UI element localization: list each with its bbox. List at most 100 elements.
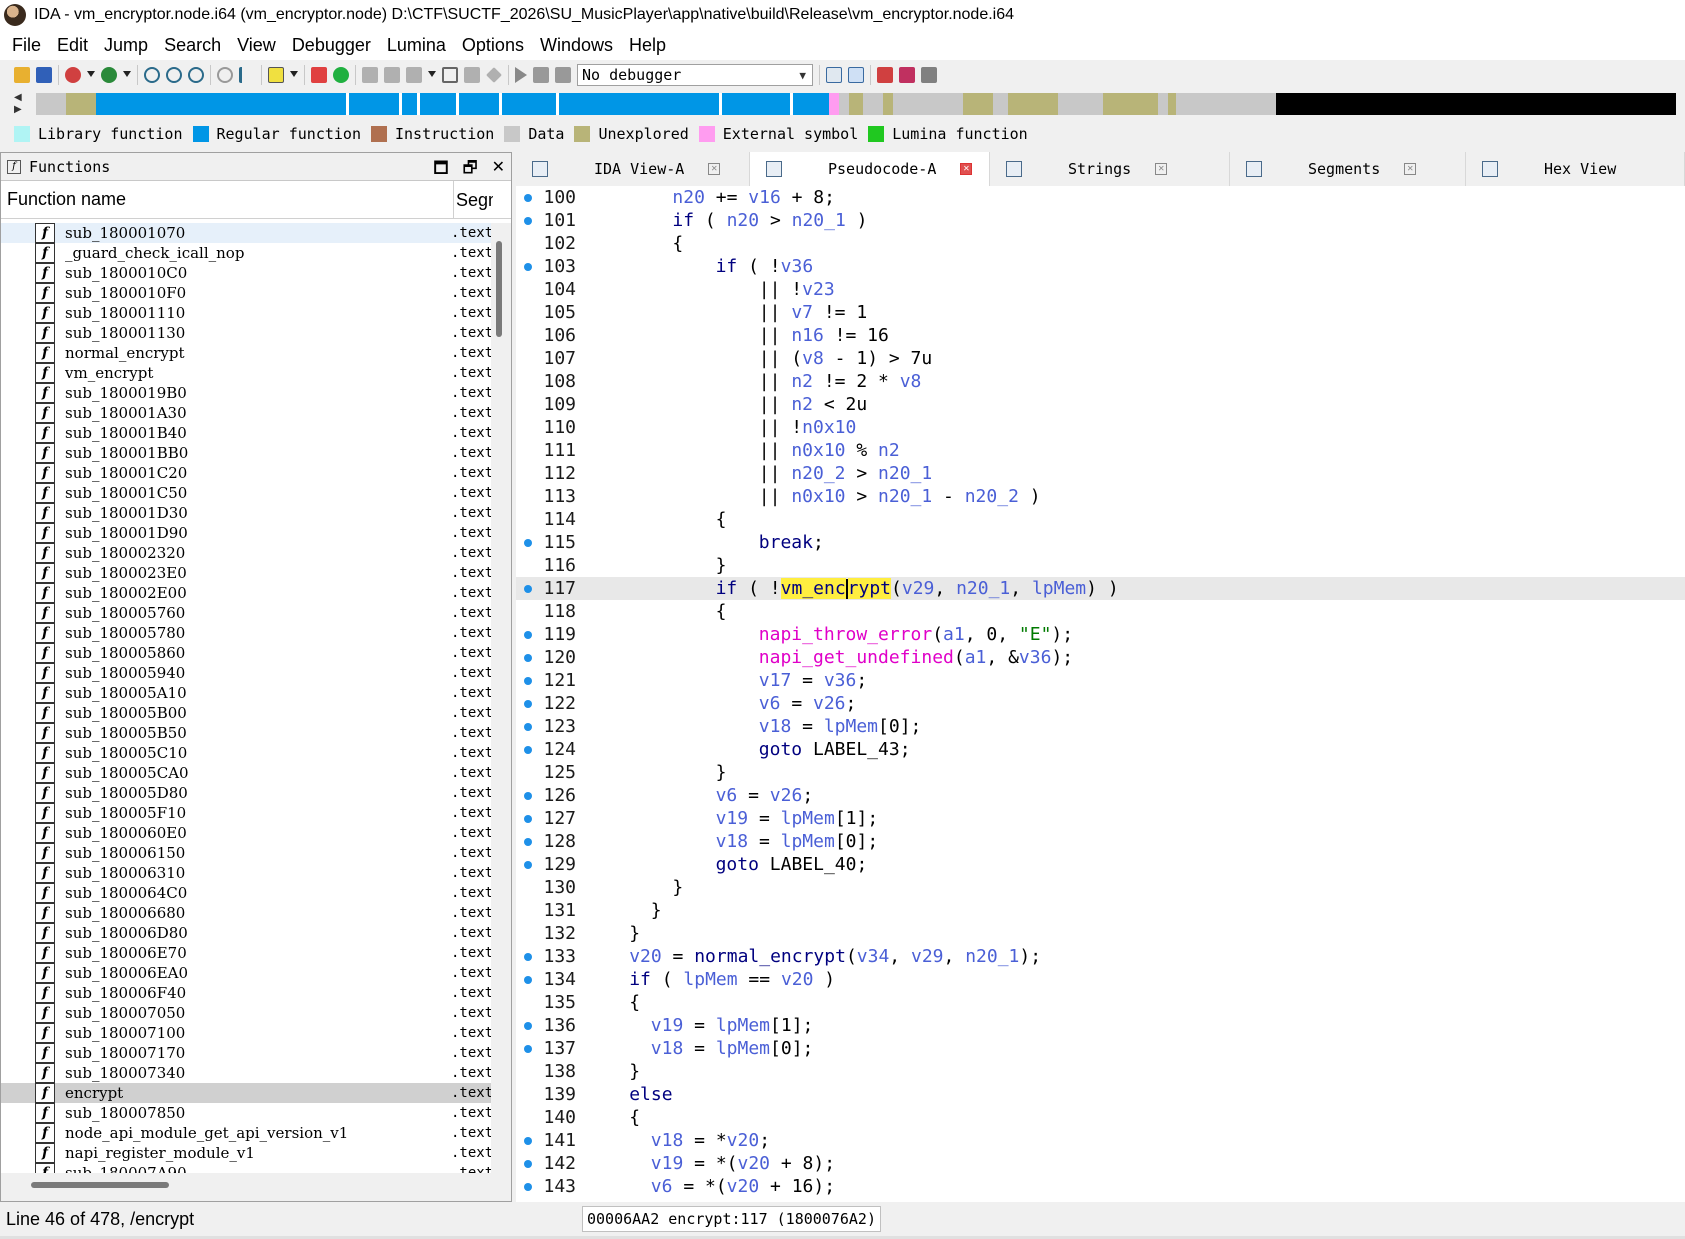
function-row[interactable]: f node_api_module_get_api_version_v1 .text [1,1123,491,1143]
function-row[interactable]: f sub_180001B40 .text [1,423,491,443]
segments-icon[interactable] [384,67,400,83]
column-segment[interactable]: Segment [453,181,493,219]
list-icon[interactable] [899,67,915,83]
tab-close-icon[interactable]: ✕ [1404,163,1417,175]
function-row[interactable]: f sub_180001C50 .text [1,483,491,503]
start-debug-icon[interactable] [515,67,527,83]
save-icon[interactable] [36,67,52,83]
function-row[interactable]: f sub_180005760 .text [1,603,491,623]
function-row[interactable]: f sub_180001D90 .text [1,523,491,543]
tab-strings[interactable]: Strings ✕ [990,152,1230,186]
diamond-icon[interactable] [486,67,502,83]
decompile-icon[interactable] [826,67,842,83]
debugger-select[interactable]: No debugger ▼ [577,64,813,86]
function-row[interactable]: f sub_180001A30 .text [1,403,491,423]
function-row[interactable]: f sub_180005D80 .text [1,783,491,803]
function-row[interactable]: f sub_180001110 .text [1,303,491,323]
tab-close-icon[interactable]: ✕ [708,163,721,175]
import-call-token[interactable]: napi_throw_error [759,624,932,645]
nav-arrows-icon[interactable]: ◀ ▶ [14,92,22,116]
function-row[interactable]: f normal_encrypt .text [1,343,491,363]
pseudocode-icon[interactable] [848,67,864,83]
menu-windows[interactable]: Windows [532,30,621,60]
tab-close-icon[interactable]: ✕ [1155,163,1168,175]
function-row[interactable]: f sub_180001070 .text [1,223,491,243]
structs-dropdown-icon[interactable] [428,71,436,79]
function-row[interactable]: f napi_register_module_v1 .text [1,1143,491,1163]
function-row[interactable]: f sub_180007100 .text [1,1023,491,1043]
navigation-bar[interactable] [36,93,1685,115]
menu-lumina[interactable]: Lumina [379,30,454,60]
forward-icon[interactable] [101,67,117,83]
column-function-name[interactable]: Function name [7,189,126,210]
function-row[interactable]: f sub_180006EA0 .text [1,963,491,983]
import-call-token[interactable]: napi_get_undefined [759,647,954,668]
function-call-token[interactable]: normal_encrypt [694,946,846,967]
function-row[interactable]: f sub_1800019B0 .text [1,383,491,403]
function-row[interactable]: f sub_180007A90 .text [1,1163,491,1173]
tab-ida-view-a[interactable]: IDA View-A ✕ [516,152,750,186]
copy-icon[interactable] [362,67,378,83]
graph-view-icon[interactable] [144,67,160,83]
scrollbar-thumb[interactable] [31,1182,169,1188]
function-row[interactable]: f sub_180005940 .text [1,663,491,683]
function-row[interactable]: f sub_1800010C0 .text [1,263,491,283]
outline-icon[interactable] [921,67,937,83]
function-row[interactable]: f sub_180001130 .text [1,323,491,343]
scrollbar-thumb[interactable] [496,241,502,337]
function-row[interactable]: f vm_encrypt .text [1,363,491,383]
local-types-icon[interactable] [877,67,893,83]
function-row[interactable]: f sub_180006E70 .text [1,943,491,963]
tab-segments[interactable]: Segments ✕ [1230,152,1466,186]
forward-dropdown-icon[interactable] [123,71,131,79]
function-row[interactable]: f encrypt .text [1,1083,491,1103]
menu-view[interactable]: View [229,30,284,60]
back-dropdown-icon[interactable] [87,71,95,79]
menu-file[interactable]: File [4,30,49,60]
function-row[interactable]: f sub_180002320 .text [1,543,491,563]
function-row[interactable]: f sub_180005780 .text [1,623,491,643]
maximize-icon[interactable]: 🗖 [433,157,448,184]
pseudocode-view[interactable]: 100 n20 += v16 + 8; 101 if ( n20 > n20_1 ) 1… [516,186,1685,1202]
menu-edit[interactable]: Edit [49,30,96,60]
function-row[interactable]: f sub_1800023E0 .text [1,563,491,583]
function-row[interactable]: f sub_180007170 .text [1,1043,491,1063]
function-row[interactable]: f sub_1800064C0 .text [1,883,491,903]
function-row[interactable]: f sub_1800060E0 .text [1,823,491,843]
menu-jump[interactable]: Jump [96,30,156,60]
terminate-icon[interactable] [555,67,571,83]
function-row[interactable]: f sub_180007050 .text [1,1003,491,1023]
tab-close-icon[interactable]: ✕ [960,163,973,175]
function-row[interactable]: f sub_180005CA0 .text [1,763,491,783]
highlighted-identifier[interactable]: vm_enc [780,578,846,599]
function-row[interactable]: f sub_180005A10 .text [1,683,491,703]
tab-pseudocode-a[interactable]: Pseudocode-A ✕ [750,152,990,186]
function-row[interactable]: f sub_180005F10 .text [1,803,491,823]
function-row[interactable]: f sub_180007340 .text [1,1063,491,1083]
function-row[interactable]: f sub_180006150 .text [1,843,491,863]
proximity-icon[interactable] [188,67,204,83]
function-row[interactable]: f sub_180001D30 .text [1,503,491,523]
function-row[interactable]: f sub_180002E00 .text [1,583,491,603]
xrefs-icon[interactable] [217,67,233,83]
highlighted-identifier[interactable]: rypt [847,578,892,599]
jump-icon[interactable] [239,67,255,83]
function-row[interactable]: f sub_180006680 .text [1,903,491,923]
functions-horizontal-scrollbar[interactable] [1,1173,511,1201]
function-row[interactable]: f sub_180001BB0 .text [1,443,491,463]
run-icon[interactable] [333,67,349,83]
menu-search[interactable]: Search [156,30,229,60]
patch-icon[interactable] [464,67,480,83]
function-row[interactable]: f sub_180005860 .text [1,643,491,663]
stop-icon[interactable] [442,67,458,83]
function-row[interactable]: f sub_1800010F0 .text [1,283,491,303]
pause-icon[interactable] [533,67,549,83]
function-row[interactable]: f sub_180005B00 .text [1,703,491,723]
menu-options[interactable]: Options [454,30,532,60]
back-icon[interactable] [65,67,81,83]
font-icon[interactable] [268,67,284,83]
breakpoint-icon[interactable] [311,67,327,83]
functions-vertical-scrollbar[interactable] [491,223,511,1173]
menu-help[interactable]: Help [621,30,674,60]
text-view-icon[interactable] [166,67,182,83]
